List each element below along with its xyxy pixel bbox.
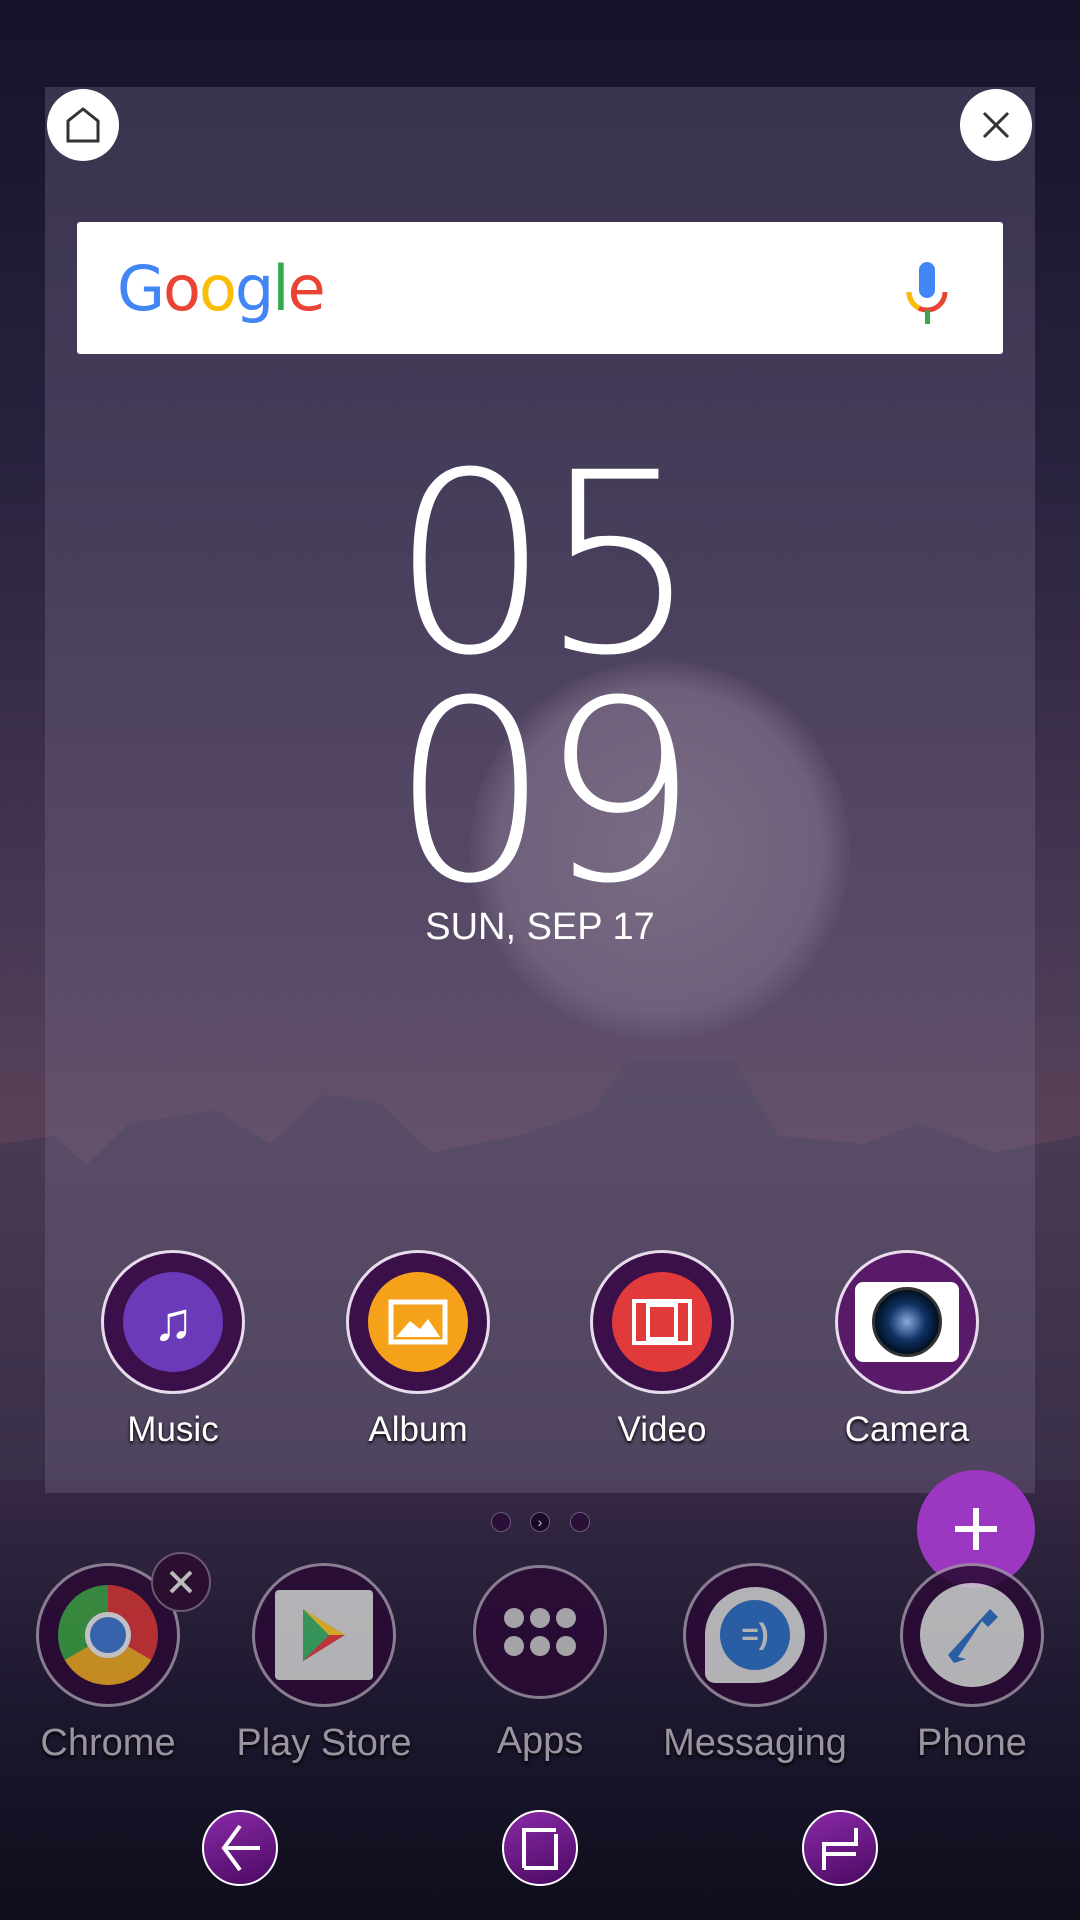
dock-phone[interactable] (900, 1563, 1044, 1707)
mic-icon[interactable] (905, 262, 949, 326)
dock-label: Chrome (40, 1722, 176, 1764)
close-icon (982, 111, 1010, 139)
page-dot[interactable] (491, 1512, 511, 1532)
home-square-icon (522, 1828, 558, 1870)
recents-button[interactable] (802, 1810, 878, 1886)
app-album[interactable] (346, 1250, 490, 1394)
play-store-icon (275, 1590, 373, 1680)
home-button[interactable] (502, 1810, 578, 1886)
dock-label: Apps (496, 1720, 584, 1762)
app-video[interactable] (590, 1250, 734, 1394)
plus-icon (955, 1508, 997, 1550)
back-icon (221, 1824, 260, 1872)
google-search-bar[interactable]: Google (77, 222, 1003, 354)
dock-label: Play Store (236, 1722, 412, 1764)
app-label: Video (617, 1410, 707, 1449)
google-logo: Google (117, 252, 326, 325)
app-music[interactable]: ♫ (101, 1250, 245, 1394)
music-note-icon: ♫ (123, 1272, 223, 1372)
chrome-icon (58, 1585, 158, 1685)
phone-icon (920, 1583, 1024, 1687)
film-icon (612, 1272, 712, 1372)
dock-apps[interactable] (473, 1565, 607, 1699)
messaging-icon: =) (705, 1587, 805, 1683)
app-camera[interactable] (835, 1250, 979, 1394)
clock-date: SUN, SEP 17 (425, 906, 655, 948)
dock-label: Messaging (663, 1722, 847, 1764)
page-dot[interactable] (570, 1512, 590, 1532)
app-label: Camera (844, 1410, 970, 1449)
dock-play-store[interactable] (252, 1563, 396, 1707)
page-dot-current[interactable]: › (530, 1512, 550, 1532)
camera-icon (855, 1282, 959, 1362)
clock-minutes: 09 (390, 647, 699, 938)
dock-messaging[interactable]: =) (683, 1563, 827, 1707)
back-button[interactable] (202, 1810, 278, 1886)
dock-label: Phone (917, 1722, 1027, 1764)
app-label: Music (127, 1410, 219, 1449)
home-icon (66, 107, 100, 143)
recents-icon (822, 1828, 858, 1870)
remove-chrome-button[interactable] (151, 1552, 211, 1612)
remove-page-button[interactable] (960, 89, 1032, 161)
close-icon (169, 1570, 193, 1594)
set-home-button[interactable] (47, 89, 119, 161)
app-grid-icon (504, 1608, 576, 1656)
picture-icon (368, 1272, 468, 1372)
app-label: Album (368, 1410, 468, 1449)
